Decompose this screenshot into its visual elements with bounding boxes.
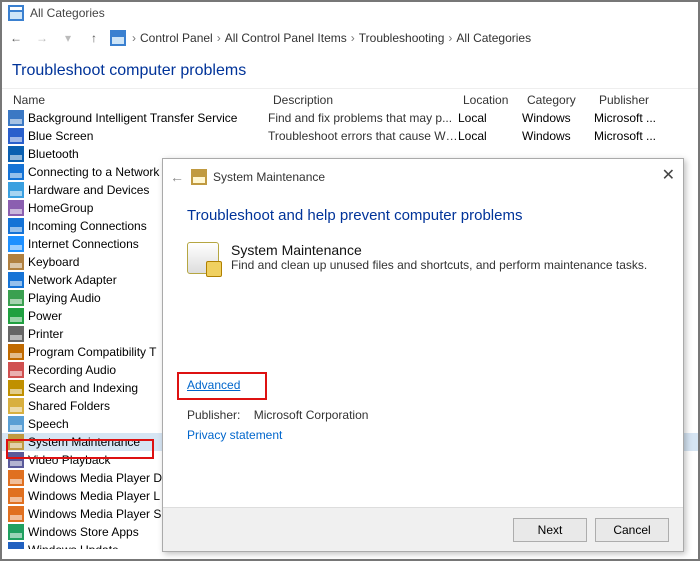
breadcrumb-item[interactable]: All Control Panel Items xyxy=(225,31,347,45)
cancel-button[interactable]: Cancel xyxy=(595,518,669,542)
breadcrumb-item[interactable]: Troubleshooting xyxy=(359,31,445,45)
breadcrumb-item[interactable]: All Categories xyxy=(456,31,531,45)
publisher-row: Publisher: Microsoft Corporation xyxy=(187,408,659,422)
item-category: Windows xyxy=(522,111,594,125)
wizard-item-desc: Find and clean up unused files and short… xyxy=(231,258,647,272)
next-button[interactable]: Next xyxy=(513,518,587,542)
item-icon xyxy=(8,110,24,126)
publisher-label: Publisher: xyxy=(187,408,240,422)
up-button[interactable]: ↑ xyxy=(84,31,104,45)
item-name: Blue Screen xyxy=(28,129,268,143)
breadcrumb-item[interactable]: Control Panel xyxy=(140,31,213,45)
item-name: Background Intelligent Transfer Service xyxy=(28,111,268,125)
item-icon xyxy=(8,416,24,432)
list-item[interactable]: Blue ScreenTroubleshoot errors that caus… xyxy=(2,127,698,145)
item-icon xyxy=(8,254,24,270)
nav-bar: ← → ▾ ↑ ›Control Panel ›All Control Pane… xyxy=(2,24,698,52)
item-icon xyxy=(8,200,24,216)
close-icon[interactable]: ✕ xyxy=(662,165,675,185)
back-button[interactable]: ← xyxy=(6,31,26,45)
recent-button[interactable]: ▾ xyxy=(58,31,78,45)
col-publisher[interactable]: Publisher xyxy=(594,93,674,107)
item-icon xyxy=(8,344,24,360)
item-icon xyxy=(8,434,24,450)
item-icon xyxy=(8,380,24,396)
privacy-link[interactable]: Privacy statement xyxy=(187,428,659,442)
item-publisher: Microsoft ... xyxy=(594,111,674,125)
wizard-title-icon xyxy=(191,169,207,185)
item-location: Local xyxy=(458,129,522,143)
item-icon xyxy=(8,128,24,144)
col-desc[interactable]: Description xyxy=(268,93,458,107)
item-icon xyxy=(8,146,24,162)
item-icon xyxy=(8,164,24,180)
troubleshooter-wizard: ← System Maintenance ✕ Troubleshoot and … xyxy=(162,158,684,552)
wizard-title: System Maintenance xyxy=(213,170,325,184)
item-icon xyxy=(8,218,24,234)
col-category[interactable]: Category xyxy=(522,93,594,107)
window-title: All Categories xyxy=(30,6,105,20)
item-publisher: Microsoft ... xyxy=(594,129,674,143)
wizard-heading: Troubleshoot and help prevent computer p… xyxy=(187,207,659,224)
item-icon xyxy=(8,182,24,198)
item-icon xyxy=(8,326,24,342)
breadcrumb-icon xyxy=(110,30,126,46)
item-location: Local xyxy=(458,111,522,125)
maintenance-icon xyxy=(187,242,219,274)
item-icon xyxy=(8,506,24,522)
item-icon xyxy=(8,236,24,252)
page-title: Troubleshoot computer problems xyxy=(2,52,698,88)
item-icon xyxy=(8,272,24,288)
column-headers[interactable]: Name Description Location Category Publi… xyxy=(2,88,698,109)
list-item[interactable]: Background Intelligent Transfer ServiceF… xyxy=(2,109,698,127)
item-desc: Troubleshoot errors that cause Wi... xyxy=(268,129,458,143)
wizard-item-title: System Maintenance xyxy=(231,242,647,258)
item-icon xyxy=(8,398,24,414)
item-desc: Find and fix problems that may p... xyxy=(268,111,458,125)
window-titlebar: All Categories xyxy=(2,2,698,24)
item-icon xyxy=(8,290,24,306)
wizard-item[interactable]: System Maintenance Find and clean up unu… xyxy=(187,242,659,274)
col-location[interactable]: Location xyxy=(458,93,522,107)
item-icon xyxy=(8,524,24,540)
advanced-link[interactable]: Advanced xyxy=(187,378,240,392)
item-icon xyxy=(8,542,24,549)
col-name[interactable]: Name xyxy=(8,93,268,107)
item-icon xyxy=(8,488,24,504)
item-category: Windows xyxy=(522,129,594,143)
wizard-back-button[interactable]: ← xyxy=(163,169,191,185)
item-icon xyxy=(8,452,24,468)
breadcrumb[interactable]: ›Control Panel ›All Control Panel Items … xyxy=(132,31,531,45)
item-icon xyxy=(8,362,24,378)
item-icon xyxy=(8,308,24,324)
publisher-value: Microsoft Corporation xyxy=(254,408,369,422)
app-icon xyxy=(8,5,24,21)
forward-button[interactable]: → xyxy=(32,31,52,45)
item-icon xyxy=(8,470,24,486)
